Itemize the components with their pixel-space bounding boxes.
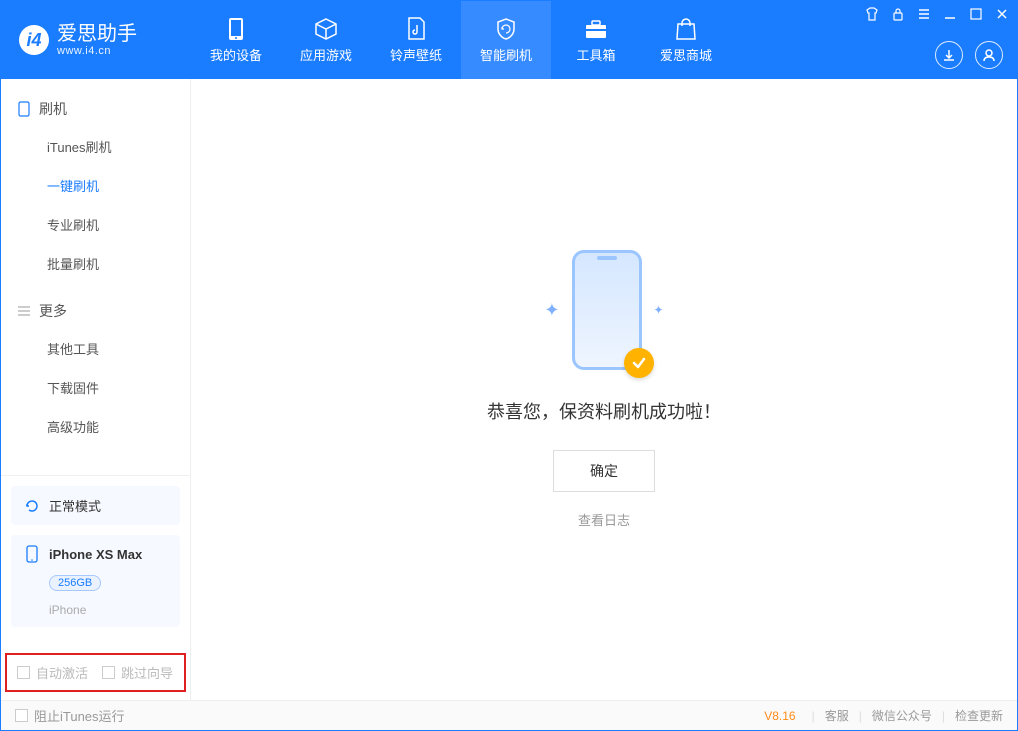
checkbox-block-itunes[interactable]: 阻止iTunes运行: [15, 706, 125, 725]
app-url: www.i4.cn: [57, 45, 137, 57]
nav-tab-toolbox[interactable]: 工具箱: [551, 1, 641, 79]
device-icon: [224, 17, 248, 41]
nav-tab-label: 智能刷机: [480, 45, 532, 64]
list-icon: [15, 302, 33, 320]
tshirt-icon[interactable]: [863, 5, 881, 23]
device-type: iPhone: [23, 603, 168, 617]
nav-tab-ringtones[interactable]: 铃声壁纸: [371, 1, 461, 79]
checkbox-box-icon: [102, 666, 115, 679]
header-actions: [935, 41, 1003, 69]
footer-link-update[interactable]: 检查更新: [955, 707, 1003, 724]
maximize-button[interactable]: [967, 5, 985, 23]
sidebar-devices: 正常模式 iPhone XS Max 256GB iPhone: [1, 475, 190, 647]
logo-icon: i4: [19, 25, 49, 55]
sidebar-item-batch-flash[interactable]: 批量刷机: [1, 244, 190, 283]
device-card[interactable]: iPhone XS Max 256GB iPhone: [11, 535, 180, 627]
app-header: i4 爱思助手 www.i4.cn 我的设备 应用游戏 铃声壁纸 智能刷机: [1, 1, 1017, 79]
cube-icon: [314, 17, 338, 41]
logo-area: i4 爱思助手 www.i4.cn: [1, 1, 191, 79]
app-window: i4 爱思助手 www.i4.cn 我的设备 应用游戏 铃声壁纸 智能刷机: [0, 0, 1018, 731]
window-controls: [863, 5, 1011, 23]
lock-icon[interactable]: [889, 5, 907, 23]
nav-tab-label: 铃声壁纸: [390, 45, 442, 64]
sparkle-icon: ✦: [654, 303, 664, 317]
nav-tab-label: 我的设备: [210, 45, 262, 64]
nav-tab-label: 应用游戏: [300, 45, 352, 64]
status-bar: 阻止iTunes运行 V8.16 | 客服 | 微信公众号 | 检查更新: [1, 700, 1017, 730]
checkbox-label: 阻止iTunes运行: [34, 706, 125, 725]
bag-icon: [674, 17, 698, 41]
sidebar-group-flash: 刷机: [1, 91, 190, 127]
shield-refresh-icon: [494, 17, 518, 41]
footer-link-wechat[interactable]: 微信公众号: [872, 707, 932, 724]
device-mode-card[interactable]: 正常模式: [11, 486, 180, 525]
phone-icon: [23, 545, 41, 563]
checkmark-badge-icon: [624, 348, 654, 378]
main-panel: ✦ ✦ 恭喜您，保资料刷机成功啦！ 确定 查看日志: [191, 79, 1017, 700]
checkbox-label: 跳过向导: [121, 663, 173, 682]
download-button[interactable]: [935, 41, 963, 69]
checkbox-auto-activate[interactable]: 自动激活: [17, 663, 88, 682]
nav-tab-label: 工具箱: [576, 45, 615, 64]
app-title: 爱思助手: [57, 23, 137, 45]
ok-button[interactable]: 确定: [553, 450, 655, 492]
nav-tab-label: 爱思商城: [660, 45, 712, 64]
view-log-link[interactable]: 查看日志: [578, 510, 630, 529]
refresh-icon: [23, 497, 41, 515]
sidebar-item-other-tools[interactable]: 其他工具: [1, 329, 190, 368]
sidebar-group-label: 刷机: [39, 99, 67, 119]
device-name: iPhone XS Max: [49, 547, 142, 562]
footer-right: V8.16 | 客服 | 微信公众号 | 检查更新: [764, 707, 1003, 724]
footer-link-support[interactable]: 客服: [825, 707, 849, 724]
checkbox-skip-guide[interactable]: 跳过向导: [102, 663, 173, 682]
success-message: 恭喜您，保资料刷机成功啦！: [487, 398, 721, 424]
nav-tab-flash[interactable]: 智能刷机: [461, 1, 551, 79]
nav-tabs: 我的设备 应用游戏 铃声壁纸 智能刷机 工具箱 爱思商城: [191, 1, 731, 79]
checkbox-box-icon: [17, 666, 30, 679]
checkbox-label: 自动激活: [36, 663, 88, 682]
sidebar-item-itunes-flash[interactable]: iTunes刷机: [1, 127, 190, 166]
sparkle-icon: ✦: [544, 300, 559, 321]
nav-tab-device[interactable]: 我的设备: [191, 1, 281, 79]
version-label: V8.16: [764, 709, 795, 723]
sidebar-item-oneclick-flash[interactable]: 一键刷机: [1, 166, 190, 205]
menu-icon[interactable]: [915, 5, 933, 23]
music-file-icon: [404, 17, 428, 41]
sidebar-scroll: 刷机 iTunes刷机 一键刷机 专业刷机 批量刷机 更多 其他工具 下载固件 …: [1, 79, 190, 475]
logo-text: 爱思助手 www.i4.cn: [57, 23, 137, 57]
highlighted-options: 自动激活 跳过向导: [5, 653, 186, 692]
app-body: 刷机 iTunes刷机 一键刷机 专业刷机 批量刷机 更多 其他工具 下载固件 …: [1, 79, 1017, 700]
phone-small-icon: [15, 100, 33, 118]
close-button[interactable]: [993, 5, 1011, 23]
sidebar-group-label: 更多: [39, 301, 67, 321]
sidebar-item-advanced[interactable]: 高级功能: [1, 407, 190, 446]
sidebar-group-more: 更多: [1, 293, 190, 329]
minimize-button[interactable]: [941, 5, 959, 23]
device-mode-label: 正常模式: [49, 496, 101, 515]
user-button[interactable]: [975, 41, 1003, 69]
sidebar-item-pro-flash[interactable]: 专业刷机: [1, 205, 190, 244]
phone-success-icon: [572, 250, 642, 370]
device-capacity: 256GB: [49, 575, 101, 591]
toolbox-icon: [584, 17, 608, 41]
nav-tab-store[interactable]: 爱思商城: [641, 1, 731, 79]
nav-tab-apps[interactable]: 应用游戏: [281, 1, 371, 79]
checkbox-box-icon: [15, 709, 28, 722]
sidebar-item-download-firmware[interactable]: 下载固件: [1, 368, 190, 407]
sidebar: 刷机 iTunes刷机 一键刷机 专业刷机 批量刷机 更多 其他工具 下载固件 …: [1, 79, 191, 700]
success-illustration: ✦ ✦: [544, 250, 663, 370]
